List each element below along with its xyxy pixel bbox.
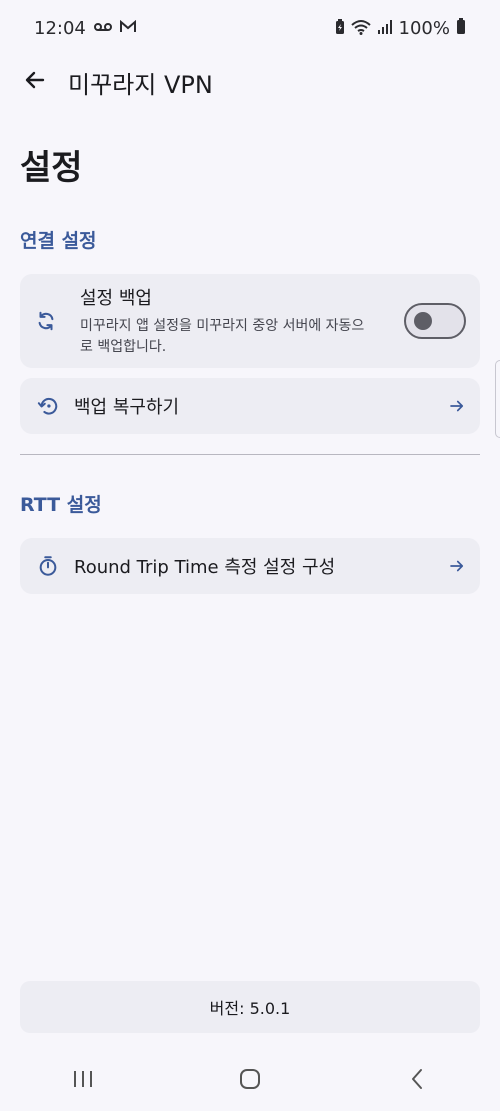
restore-icon <box>34 392 62 420</box>
back-button[interactable] <box>12 59 58 105</box>
home-icon <box>239 1068 261 1094</box>
section-header-rtt: RTT 설정 <box>20 494 102 516</box>
wifi-icon <box>350 19 371 38</box>
restore-backup-card: 백업 복구하기 <box>20 378 480 434</box>
rtt-config-label: Round Trip Time 측정 설정 구성 <box>74 557 336 578</box>
version-text: 버전: 5.0.1 <box>209 999 291 1018</box>
battery-icon <box>456 18 466 38</box>
restore-backup-label: 백업 복구하기 <box>74 397 180 418</box>
page-title: 설정 <box>20 148 83 188</box>
backup-text-block: 설정 백업 미꾸라지 앱 설정을 미꾸라지 중앙 서버에 자동으로 백업합니다. <box>80 284 370 358</box>
app-bar: 미꾸라지 VPN <box>0 56 500 108</box>
toggle-knob <box>414 312 432 330</box>
backup-title: 설정 백업 <box>80 288 152 309</box>
restore-backup-row[interactable]: 백업 복구하기 <box>20 378 480 434</box>
status-bar: 12:04 100% <box>0 0 500 56</box>
recent-apps-button[interactable] <box>53 1061 113 1101</box>
backup-toggle[interactable] <box>404 303 466 339</box>
rtt-config-card: Round Trip Time 측정 설정 구성 <box>20 538 480 594</box>
system-nav-bar <box>0 1051 500 1111</box>
timer-icon <box>34 552 62 580</box>
section-divider <box>20 454 480 455</box>
battery-saver-icon <box>335 18 345 38</box>
arrow-back-icon <box>23 68 47 96</box>
battery-percent: 100% <box>398 17 450 39</box>
arrow-forward-icon <box>448 397 466 415</box>
scroll-indicator <box>495 360 500 438</box>
home-button[interactable] <box>220 1061 280 1101</box>
back-nav-icon <box>410 1068 424 1094</box>
app-title: 미꾸라지 VPN <box>68 70 213 99</box>
sync-icon <box>32 307 60 335</box>
backup-description: 미꾸라지 앱 설정을 미꾸라지 중앙 서버에 자동으로 백업합니다. <box>80 318 365 355</box>
status-time: 12:04 <box>34 17 86 39</box>
rtt-config-row[interactable]: Round Trip Time 측정 설정 구성 <box>20 538 480 594</box>
back-nav-button[interactable] <box>387 1061 447 1101</box>
section-header-connection: 연결 설정 <box>20 230 97 252</box>
backup-settings-row[interactable]: 설정 백업 미꾸라지 앱 설정을 미꾸라지 중앙 서버에 자동으로 백업합니다. <box>20 274 480 368</box>
version-info: 버전: 5.0.1 <box>20 981 480 1033</box>
recent-apps-icon <box>72 1070 94 1092</box>
arrow-forward-icon <box>448 557 466 575</box>
voicemail-icon <box>93 21 112 35</box>
gmail-icon <box>119 19 136 36</box>
backup-settings-card: 설정 백업 미꾸라지 앱 설정을 미꾸라지 중앙 서버에 자동으로 백업합니다. <box>20 274 480 368</box>
signal-icon <box>377 19 393 38</box>
